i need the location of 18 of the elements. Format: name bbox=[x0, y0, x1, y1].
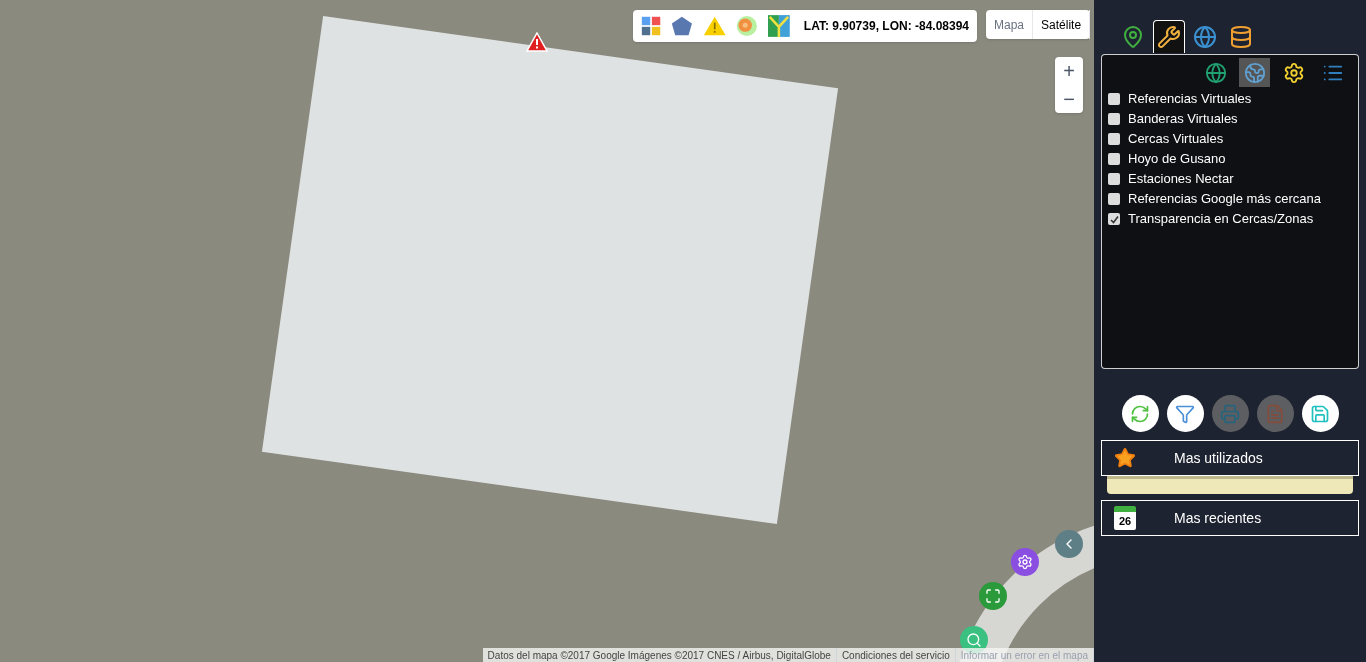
option-label[interactable]: Hoyo de Gusano bbox=[1128, 149, 1226, 169]
section-header[interactable]: Mas utilizados bbox=[1101, 440, 1359, 476]
option-label[interactable]: Cercas Virtuales bbox=[1128, 129, 1224, 149]
satellite-map[interactable]: LAT: 9.90739, LON: -84.08394 Mapa Satélite + − Datos del mapa ©2017 Google Imágenes ©2017 CNES / Airbus, DigitalGlobe Condiciones del servicio Informar un error en el mapa bbox=[0, 0, 1094, 662]
coordinates-text: LAT: 9.90739, LON: -84.08394 bbox=[803, 18, 969, 35]
map-type-button[interactable]: Satélite bbox=[1033, 10, 1091, 39]
zoom-out-button[interactable]: − bbox=[1055, 85, 1083, 113]
option-label[interactable]: Referencias Google más cercana bbox=[1128, 189, 1321, 209]
zoom-in-button[interactable]: + bbox=[1055, 57, 1083, 85]
map-attribution-text: Datos del mapa ©2017 Google Imágenes ©2017 CNES / Airbus, DigitalGlobe bbox=[482, 647, 837, 662]
option-label[interactable]: Estaciones Nectar bbox=[1128, 169, 1234, 189]
section-header[interactable]: 26 Mas recientes bbox=[1101, 500, 1359, 536]
map-footer-link[interactable]: Condiciones del servicio bbox=[836, 647, 956, 662]
option-label[interactable]: Transparencia en Cercas/Zonas bbox=[1128, 209, 1314, 229]
calendar-icon: 26 bbox=[1114, 506, 1136, 530]
option-label[interactable]: Banderas Virtuales bbox=[1128, 109, 1238, 129]
option-label[interactable]: Referencias Virtuales bbox=[1128, 89, 1252, 109]
map-type-button[interactable]: Mapa bbox=[986, 10, 1034, 39]
